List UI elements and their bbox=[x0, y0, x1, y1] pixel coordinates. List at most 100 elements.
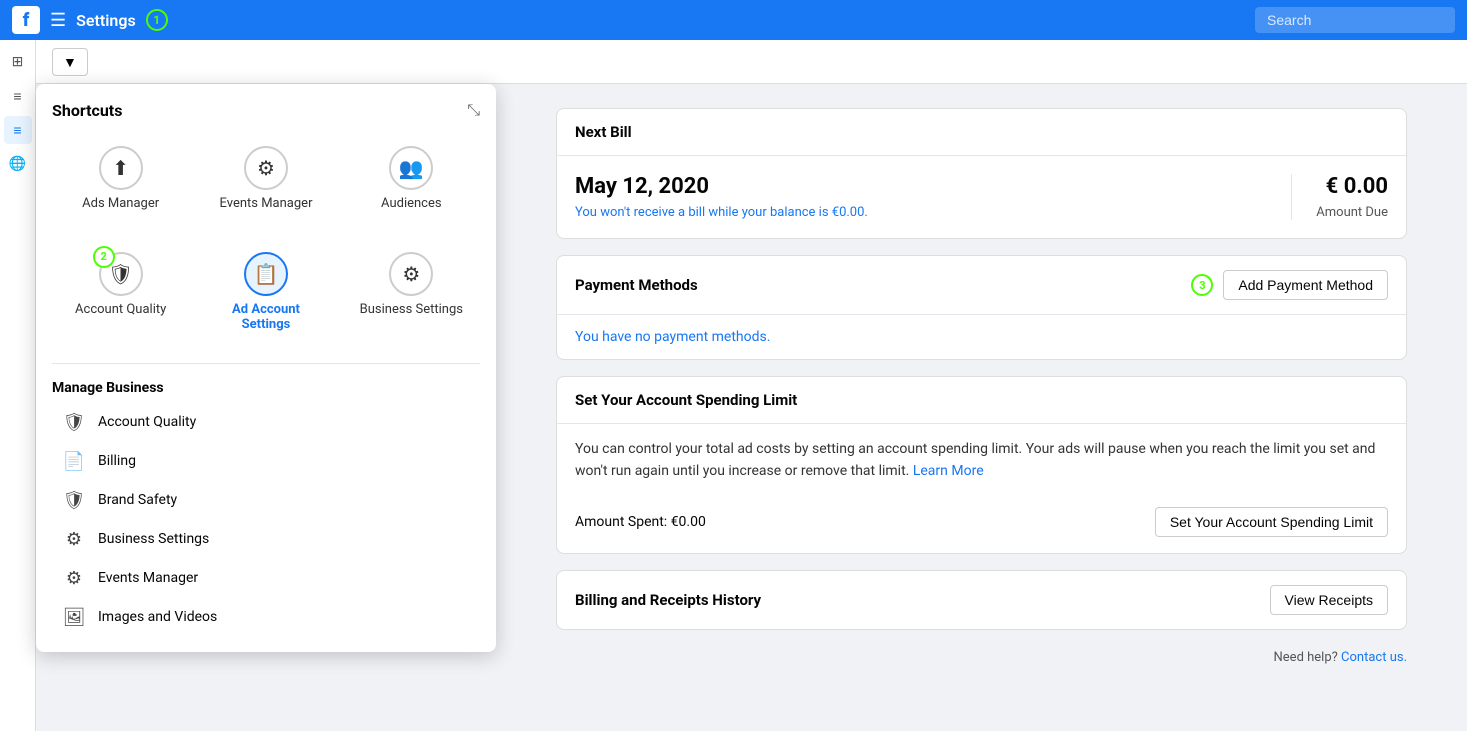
shortcuts-row-2: 🛡 2 Account Quality 📋 Ad Account Setting… bbox=[52, 242, 480, 343]
events-manager-label: Events Manager bbox=[220, 196, 313, 212]
bill-date: May 12, 2020 bbox=[575, 174, 1243, 199]
shortcut-audiences[interactable]: 👥 Audiences bbox=[343, 136, 480, 222]
shortcut-ads-manager[interactable]: ⬆ Ads Manager bbox=[52, 136, 189, 222]
ads-manager-icon: ⬆ bbox=[112, 156, 129, 180]
divider-1 bbox=[52, 363, 480, 364]
add-payment-button[interactable]: Add Payment Method bbox=[1223, 270, 1388, 300]
search-input[interactable] bbox=[1255, 7, 1455, 33]
strip-menu-icon[interactable]: ≡ bbox=[4, 82, 32, 110]
menu-item-business-settings[interactable]: ⚙ Business Settings bbox=[52, 521, 480, 558]
menu-item-account-quality[interactable]: 🛡 Account Quality bbox=[52, 404, 480, 441]
images-videos-menu-icon: 🖼 bbox=[62, 607, 86, 628]
bill-amount-section: € 0.00 Amount Due bbox=[1316, 174, 1388, 220]
next-bill-card: Next Bill May 12, 2020 You won't receive… bbox=[556, 108, 1407, 239]
spending-limit-desc: You can control your total ad costs by s… bbox=[557, 424, 1406, 497]
need-help-bar: Need help? Contact us. bbox=[556, 646, 1407, 669]
set-spending-limit-button[interactable]: Set Your Account Spending Limit bbox=[1155, 507, 1388, 537]
no-payment-text: You have no payment methods. bbox=[557, 315, 1406, 359]
account-quality-label: Account Quality bbox=[75, 302, 166, 318]
audiences-icon: 👥 bbox=[399, 156, 424, 180]
shortcut-business-settings[interactable]: ⚙ Business Settings bbox=[343, 242, 480, 343]
business-settings-icon: ⚙ bbox=[402, 262, 420, 286]
strip-grid-icon[interactable]: ⊞ bbox=[4, 48, 32, 76]
topbar-badge-1: 1 bbox=[146, 9, 168, 31]
events-manager-icon-wrap: ⚙ bbox=[244, 146, 288, 190]
bill-date-section: May 12, 2020 You won't receive a bill wh… bbox=[575, 174, 1267, 220]
shortcut-ad-account-settings[interactable]: 📋 Ad Account Settings bbox=[197, 242, 334, 343]
amount-due-label: Amount Due bbox=[1316, 205, 1388, 220]
spending-footer: Amount Spent: €0.00 Set Your Account Spe… bbox=[557, 497, 1406, 553]
brand-safety-menu-label: Brand Safety bbox=[98, 492, 177, 508]
menu-item-images-videos[interactable]: 🖼 Images and Videos bbox=[52, 599, 480, 636]
business-settings-menu-icon: ⚙ bbox=[62, 529, 86, 550]
business-settings-icon-wrap: ⚙ bbox=[389, 252, 433, 296]
strip-active-icon[interactable]: ≡ bbox=[4, 116, 32, 144]
strip-globe-icon[interactable]: 🌐 bbox=[4, 150, 32, 178]
ad-account-settings-icon: 📋 bbox=[254, 262, 279, 286]
billing-history-header: Billing and Receipts History View Receip… bbox=[557, 571, 1406, 629]
amount-spent-label: Amount Spent: bbox=[575, 514, 667, 530]
manage-business-list: 🛡 Account Quality 📄 Billing 🛡 Brand Safe… bbox=[52, 404, 480, 636]
ads-manager-label: Ads Manager bbox=[82, 196, 159, 212]
shortcuts-row-1: ⬆ Ads Manager ⚙ Events Manager 👥 Audienc… bbox=[52, 136, 480, 222]
account-quality-menu-icon: 🛡 bbox=[62, 412, 86, 433]
bill-divider bbox=[1291, 174, 1292, 220]
next-bill-header: Next Bill bbox=[557, 109, 1406, 156]
payment-methods-header-inner: Payment Methods 3 Add Payment Method bbox=[575, 270, 1388, 300]
audiences-label: Audiences bbox=[381, 196, 442, 212]
view-receipts-button[interactable]: View Receipts bbox=[1270, 585, 1388, 615]
left-strip: ⊞ ≡ ≡ 🌐 bbox=[0, 40, 36, 731]
events-manager-menu-label: Events Manager bbox=[98, 570, 198, 586]
shortcuts-title: Shortcuts bbox=[52, 101, 122, 120]
content-area: Next Bill May 12, 2020 You won't receive… bbox=[496, 84, 1467, 731]
shortcut-events-manager[interactable]: ⚙ Events Manager bbox=[197, 136, 334, 222]
step-badge-2: 2 bbox=[93, 246, 115, 268]
shortcuts-panel: Shortcuts ⤡ ⬆ Ads Manager ⚙ Events Manag… bbox=[36, 84, 496, 652]
billing-menu-label: Billing bbox=[98, 453, 136, 469]
business-settings-label: Business Settings bbox=[360, 302, 463, 318]
dropdown-bar: ▼ bbox=[36, 40, 1467, 84]
business-settings-menu-label: Business Settings bbox=[98, 531, 209, 547]
next-bill-content: May 12, 2020 You won't receive a bill wh… bbox=[575, 174, 1388, 220]
billing-history-card: Billing and Receipts History View Receip… bbox=[556, 570, 1407, 630]
account-quality-menu-label: Account Quality bbox=[98, 414, 196, 430]
billing-menu-icon: 📄 bbox=[62, 451, 86, 472]
add-payment-area: 3 Add Payment Method bbox=[1191, 270, 1388, 300]
menu-item-brand-safety[interactable]: 🛡 Brand Safety bbox=[52, 482, 480, 519]
contact-us-link[interactable]: Contact us. bbox=[1341, 650, 1407, 665]
fb-logo: f bbox=[12, 6, 40, 34]
shortcuts-resize-icon[interactable]: ⤡ bbox=[467, 100, 480, 120]
topbar-title: Settings bbox=[76, 11, 136, 30]
menu-item-events-manager[interactable]: ⚙ Events Manager bbox=[52, 560, 480, 597]
dropdown-button[interactable]: ▼ bbox=[52, 48, 88, 76]
ad-account-settings-label: Ad Account Settings bbox=[213, 302, 318, 333]
learn-more-link[interactable]: Learn More bbox=[913, 463, 984, 479]
step-badge-3: 3 bbox=[1191, 274, 1213, 296]
ad-account-settings-icon-wrap: 📋 bbox=[244, 252, 288, 296]
hamburger-icon[interactable]: ☰ bbox=[50, 10, 66, 31]
events-manager-menu-icon: ⚙ bbox=[62, 568, 86, 589]
spending-limit-header: Set Your Account Spending Limit bbox=[557, 377, 1406, 424]
brand-safety-menu-icon: 🛡 bbox=[62, 490, 86, 511]
ads-manager-icon-wrap: ⬆ bbox=[99, 146, 143, 190]
spending-limit-card: Set Your Account Spending Limit You can … bbox=[556, 376, 1407, 554]
amount-spent-value: €0.00 bbox=[671, 514, 706, 530]
need-help-text: Need help? bbox=[1274, 650, 1338, 665]
bill-amount: € 0.00 bbox=[1316, 174, 1388, 199]
amount-spent-text: Amount Spent: €0.00 bbox=[575, 514, 706, 530]
shortcut-account-quality[interactable]: 🛡 2 Account Quality bbox=[52, 242, 189, 343]
events-manager-icon: ⚙ bbox=[257, 156, 275, 180]
menu-item-billing[interactable]: 📄 Billing bbox=[52, 443, 480, 480]
payment-title: Payment Methods bbox=[575, 276, 698, 294]
bill-note: You won't receive a bill while your bala… bbox=[575, 205, 1243, 220]
payment-methods-header: Payment Methods 3 Add Payment Method bbox=[557, 256, 1406, 315]
main-wrapper: ▼ Shortcuts ⤡ ⬆ Ads Manager ⚙ Events Man… bbox=[36, 40, 1467, 731]
audiences-icon-wrap: 👥 bbox=[389, 146, 433, 190]
account-quality-icon-wrap: 🛡 2 bbox=[99, 252, 143, 296]
next-bill-body: May 12, 2020 You won't receive a bill wh… bbox=[557, 156, 1406, 238]
manage-business-title: Manage Business bbox=[52, 372, 480, 404]
payment-methods-card: Payment Methods 3 Add Payment Method You… bbox=[556, 255, 1407, 360]
topbar: f ☰ Settings 1 bbox=[0, 0, 1467, 40]
billing-history-title: Billing and Receipts History bbox=[575, 591, 761, 609]
images-videos-menu-label: Images and Videos bbox=[98, 609, 217, 625]
